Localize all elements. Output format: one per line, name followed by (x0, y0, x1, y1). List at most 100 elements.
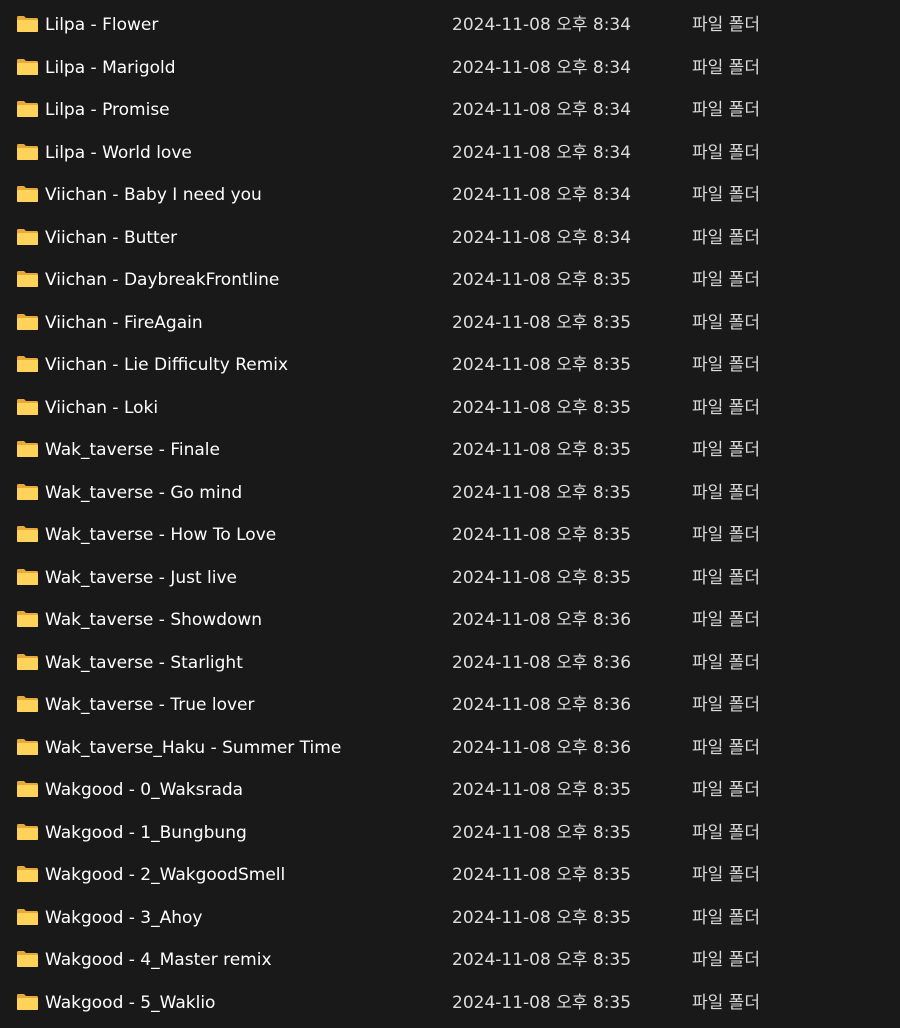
file-type: 파일 폴더 (692, 610, 760, 630)
file-name: Lilpa - Promise (45, 100, 170, 120)
file-row[interactable]: Wakgood - 2_WakgoodSmell 2024-11-08 오후 8… (0, 854, 900, 896)
file-name: Viichan - Lie Difficulty Remix (45, 355, 289, 375)
file-name: Wak_taverse_Haku - Summer Time (45, 737, 342, 758)
file-name: Wakgood - 0_Waksrada (45, 780, 244, 800)
file-name: Wakgood - 2_WakgoodSmell (45, 865, 286, 885)
modified-date: 2024-11-08 오후 8:35 (452, 270, 632, 290)
file-name: Viichan - DaybreakFrontline (45, 270, 280, 290)
file-row[interactable]: Wak_taverse_Haku - Summer Time 2024-11-0… (0, 727, 900, 769)
folder-icon (16, 568, 39, 586)
folder-icon (16, 525, 39, 543)
file-list: Lilpa - Flower 2024-11-08 오후 8:34 파일 폴더 … (0, 0, 900, 1028)
file-type: 파일 폴더 (692, 780, 760, 800)
file-type: 파일 폴더 (692, 270, 760, 290)
file-type: 파일 폴더 (692, 100, 760, 120)
folder-icon (16, 270, 39, 288)
file-type: 파일 폴더 (692, 312, 760, 333)
modified-date: 2024-11-08 오후 8:35 (452, 525, 632, 545)
file-type: 파일 폴더 (692, 57, 760, 78)
file-row[interactable]: Lilpa - Flower 2024-11-08 오후 8:34 파일 폴더 (0, 4, 900, 46)
file-row[interactable]: Wak_taverse - True lover 2024-11-08 오후 8… (0, 684, 900, 726)
file-name: Lilpa - World love (45, 142, 192, 163)
folder-icon (16, 58, 39, 76)
modified-date: 2024-11-08 오후 8:35 (452, 950, 632, 970)
file-type: 파일 폴더 (692, 907, 760, 928)
modified-date: 2024-11-08 오후 8:35 (452, 822, 632, 843)
folder-icon (16, 398, 39, 416)
modified-date: 2024-11-08 오후 8:34 (452, 100, 632, 120)
file-row[interactable]: Wakgood - 0_Waksrada 2024-11-08 오후 8:35 … (0, 769, 900, 811)
file-row[interactable]: Wak_taverse - Go mind 2024-11-08 오후 8:35… (0, 472, 900, 514)
folder-icon (16, 950, 39, 968)
modified-date: 2024-11-08 오후 8:35 (452, 780, 632, 800)
modified-date: 2024-11-08 오후 8:35 (452, 482, 632, 503)
file-type: 파일 폴더 (692, 227, 760, 248)
file-row[interactable]: Wak_taverse - Finale 2024-11-08 오후 8:35 … (0, 429, 900, 471)
file-name: Viichan - Butter (45, 227, 178, 248)
modified-date: 2024-11-08 오후 8:36 (452, 737, 632, 758)
file-row[interactable]: Wakgood - 1_Bungbung 2024-11-08 오후 8:35 … (0, 812, 900, 854)
file-row[interactable]: Lilpa - Marigold 2024-11-08 오후 8:34 파일 폴… (0, 47, 900, 89)
file-name: Lilpa - Flower (45, 15, 159, 35)
file-row[interactable]: Lilpa - Promise 2024-11-08 오후 8:34 파일 폴더 (0, 89, 900, 131)
folder-icon (16, 313, 39, 331)
folder-icon (16, 143, 39, 161)
file-row[interactable]: Viichan - Lie Difficulty Remix 2024-11-0… (0, 344, 900, 386)
folder-icon (16, 993, 39, 1011)
file-name: Wak_taverse - Just live (45, 567, 238, 588)
folder-icon (16, 440, 39, 458)
modified-date: 2024-11-08 오후 8:35 (452, 312, 632, 333)
file-row[interactable]: Lilpa - World love 2024-11-08 오후 8:34 파일… (0, 132, 900, 174)
modified-date: 2024-11-08 오후 8:35 (452, 907, 632, 928)
file-row[interactable]: Viichan - DaybreakFrontline 2024-11-08 오… (0, 259, 900, 301)
file-row[interactable]: Wakgood - 4_Master remix 2024-11-08 오후 8… (0, 939, 900, 981)
folder-icon (16, 908, 39, 926)
folder-icon (16, 355, 39, 373)
file-row[interactable]: Viichan - FireAgain 2024-11-08 오후 8:35 파… (0, 302, 900, 344)
file-row[interactable]: Wak_taverse - Showdown 2024-11-08 오후 8:3… (0, 599, 900, 641)
folder-icon (16, 610, 39, 628)
file-type: 파일 폴더 (692, 992, 760, 1013)
modified-date: 2024-11-08 오후 8:34 (452, 185, 632, 205)
file-type: 파일 폴더 (692, 865, 760, 885)
file-type: 파일 폴더 (692, 567, 760, 588)
file-type: 파일 폴더 (692, 525, 760, 545)
file-row[interactable]: Viichan - Butter 2024-11-08 오후 8:34 파일 폴… (0, 217, 900, 259)
modified-date: 2024-11-08 오후 8:34 (452, 142, 632, 163)
file-name: Viichan - Baby I need you (45, 185, 262, 205)
file-name: Wakgood - 5_Waklio (45, 992, 216, 1013)
file-name: Lilpa - Marigold (45, 57, 176, 78)
folder-icon (16, 185, 39, 203)
file-type: 파일 폴더 (692, 822, 760, 843)
file-row[interactable]: Wakgood - 5_Waklio 2024-11-08 오후 8:35 파일… (0, 982, 900, 1024)
file-row[interactable]: Wak_taverse - How To Love 2024-11-08 오후 … (0, 514, 900, 556)
modified-date: 2024-11-08 오후 8:35 (452, 397, 632, 418)
folder-icon (16, 228, 39, 246)
modified-date: 2024-11-08 오후 8:35 (452, 865, 632, 885)
modified-date: 2024-11-08 오후 8:35 (452, 567, 632, 588)
modified-date: 2024-11-08 오후 8:35 (452, 992, 632, 1013)
modified-date: 2024-11-08 오후 8:35 (452, 440, 632, 460)
modified-date: 2024-11-08 오후 8:34 (452, 227, 632, 248)
file-row[interactable]: Viichan - Loki 2024-11-08 오후 8:35 파일 폴더 (0, 387, 900, 429)
folder-icon (16, 483, 39, 501)
folder-icon (16, 15, 39, 33)
file-row[interactable]: Wak_taverse - Starlight 2024-11-08 오후 8:… (0, 642, 900, 684)
file-name: Wakgood - 1_Bungbung (45, 822, 247, 843)
folder-icon (16, 823, 39, 841)
file-row[interactable]: Wak_taverse - Just live 2024-11-08 오후 8:… (0, 557, 900, 599)
file-name: Viichan - Loki (45, 397, 159, 418)
file-type: 파일 폴더 (692, 185, 760, 205)
file-name: Wak_taverse - Starlight (45, 652, 243, 673)
file-row[interactable]: Viichan - Baby I need you 2024-11-08 오후 … (0, 174, 900, 216)
folder-icon (16, 780, 39, 798)
folder-icon (16, 100, 39, 118)
file-name: Wak_taverse - True lover (45, 695, 255, 715)
file-name: Wak_taverse - How To Love (45, 525, 277, 545)
file-row[interactable]: Wakgood - 3_Ahoy 2024-11-08 오후 8:35 파일 폴… (0, 897, 900, 939)
file-name: Viichan - FireAgain (45, 312, 203, 333)
folder-icon (16, 653, 39, 671)
file-type: 파일 폴더 (692, 440, 760, 460)
folder-icon (16, 695, 39, 713)
modified-date: 2024-11-08 오후 8:34 (452, 15, 632, 35)
